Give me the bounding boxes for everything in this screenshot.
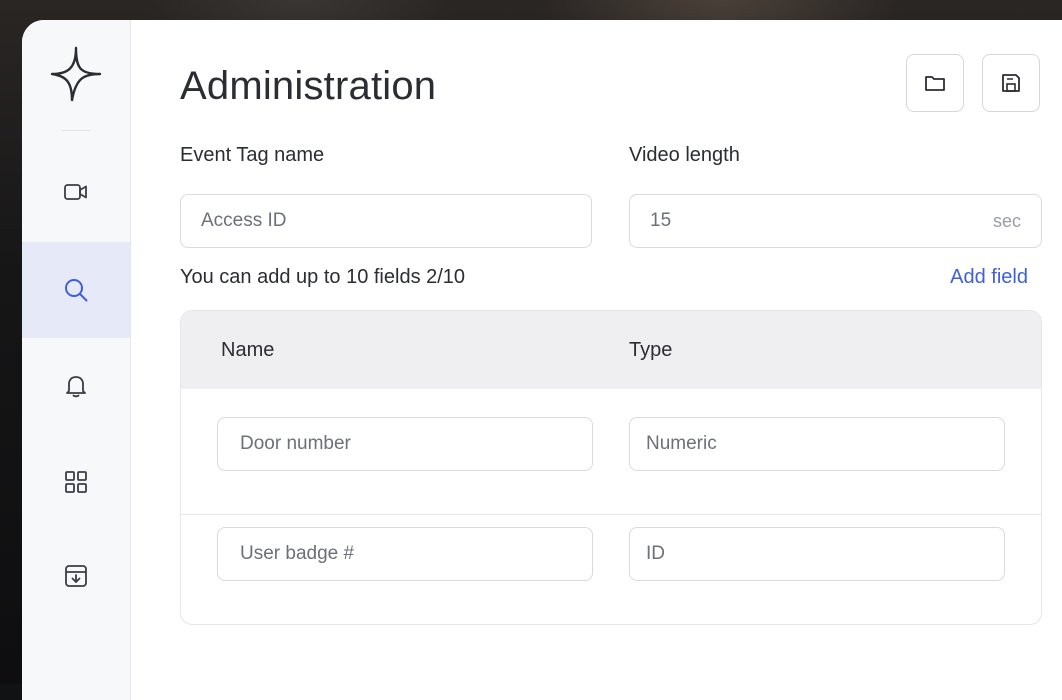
grid-icon (65, 471, 87, 493)
event-tag-placeholder: Access ID (201, 210, 287, 231)
field-name-input[interactable]: User badge # (217, 527, 593, 581)
column-header-type: Type (629, 339, 673, 361)
add-field-link[interactable]: Add field (950, 266, 1028, 289)
event-tag-input[interactable]: Access ID (180, 194, 592, 248)
sidebar-item-archive[interactable] (22, 528, 130, 624)
app-window: Administration Event Tag name Video leng… (22, 20, 1062, 700)
video-length-label: Video length (629, 144, 740, 166)
video-length-unit: sec (992, 210, 1021, 231)
column-header-name: Name (221, 339, 275, 361)
field-type-value: ID (646, 543, 665, 564)
table-header: Name Type (181, 311, 1041, 389)
page-title: Administration (180, 64, 437, 108)
video-camera-icon (64, 184, 87, 200)
main-content: Administration Event Tag name Video leng… (130, 20, 1062, 700)
archive-download-icon (65, 565, 87, 587)
fields-table: Name Type Door number Numeric User badge… (180, 310, 1042, 625)
folder-icon (925, 76, 945, 91)
sidebar-item-search[interactable] (22, 242, 130, 338)
video-length-value: 15 (650, 210, 672, 231)
field-name-input[interactable]: Door number (217, 417, 593, 471)
sidebar-item-dashboard[interactable] (22, 434, 130, 530)
field-type-select[interactable]: Numeric (629, 417, 1005, 471)
field-type-value: Numeric (646, 433, 717, 454)
sidebar-item-camera[interactable] (22, 144, 130, 240)
search-icon (65, 279, 88, 302)
sidebar (22, 20, 131, 700)
fields-hint: You can add up to 10 fields 2/10 (180, 266, 466, 288)
event-tag-label: Event Tag name (180, 144, 325, 166)
save-button[interactable] (982, 54, 1040, 112)
field-name-value: User badge # (240, 543, 355, 564)
save-icon (1002, 74, 1020, 92)
field-name-value: Door number (240, 433, 351, 454)
field-type-select[interactable]: ID (629, 527, 1005, 581)
bell-icon (66, 376, 86, 398)
sparkle-logo-icon[interactable] (50, 46, 102, 102)
row-divider (181, 514, 1041, 515)
video-length-input[interactable]: 15 sec (629, 194, 1042, 248)
sidebar-divider (62, 130, 90, 131)
open-folder-button[interactable] (906, 54, 964, 112)
sidebar-item-alerts[interactable] (22, 338, 130, 434)
